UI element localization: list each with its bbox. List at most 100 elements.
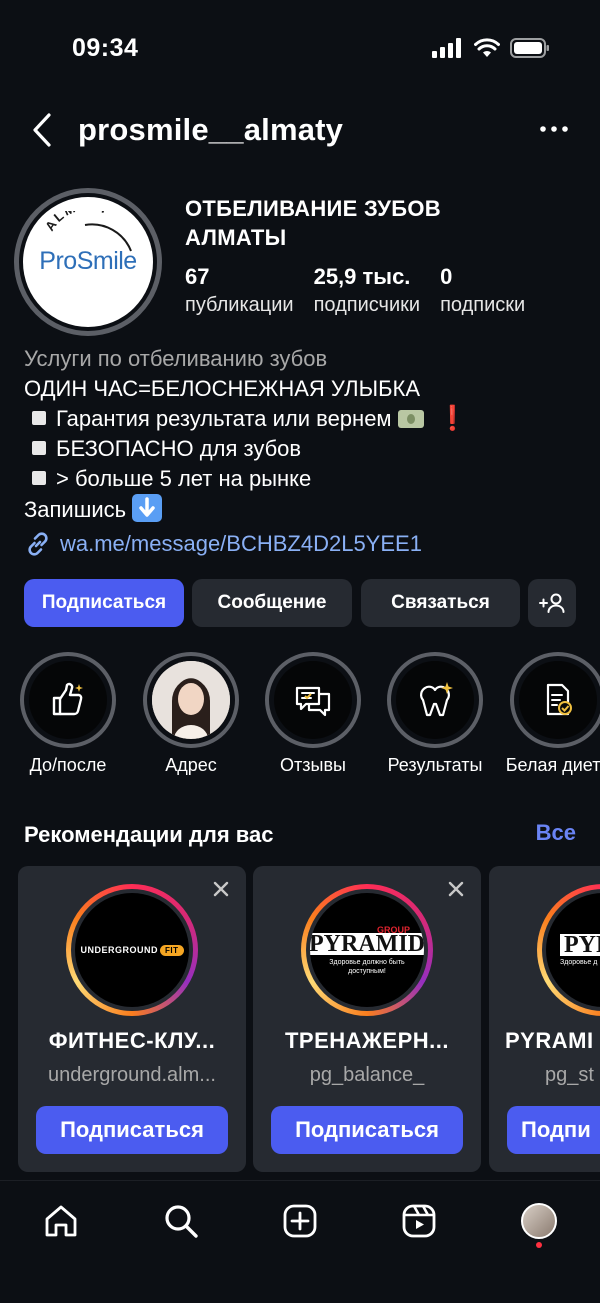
plus-square-icon xyxy=(283,1204,317,1238)
message-button[interactable]: Сообщение xyxy=(192,579,352,627)
profile-avatar[interactable]: ALMATY ProSmile xyxy=(14,188,162,336)
highlight-cover xyxy=(274,661,352,739)
stat-label: подписки xyxy=(440,294,526,316)
bio-line: ОДИН ЧАС=БЕЛОСНЕЖНАЯ УЛЫБКА xyxy=(24,376,420,401)
rec-follow-button[interactable]: Подписаться xyxy=(271,1106,463,1154)
profile-name-line2: АЛМАТЫ xyxy=(185,225,287,250)
bio-bullet: > больше 5 лет на рынке xyxy=(24,464,584,494)
rec-follow-button[interactable]: Подпи xyxy=(507,1106,600,1154)
bio-cta-text: Запишись xyxy=(24,497,127,522)
thumbs-up-icon xyxy=(52,682,83,716)
rec-avatar-ring-inner: GROUP PYRAMID Здоровье должно быть досту… xyxy=(306,889,428,1011)
more-dots-icon xyxy=(540,126,568,132)
stat-label: публикации xyxy=(185,294,294,316)
rec-handle: underground.alm... xyxy=(48,1064,216,1086)
notification-dot xyxy=(536,1242,542,1248)
highlight-cover xyxy=(396,661,474,739)
highlight-reviews[interactable]: Отзывы xyxy=(258,652,368,776)
bio-bullet-text: Гарантия результата или вернем xyxy=(56,406,392,431)
signal-icon xyxy=(432,38,461,58)
highlight-cover xyxy=(152,661,230,739)
logo-wordmark: UNDERGROUND xyxy=(80,945,158,955)
contact-button[interactable]: Связаться xyxy=(361,579,520,627)
chat-bubbles-icon xyxy=(295,686,331,717)
bio-bullet-text: БЕЗОПАСНО для зубов xyxy=(56,436,302,461)
stat-followers[interactable]: 25,9 тыс. подписчики xyxy=(314,264,420,317)
status-bar: 09:34 xyxy=(0,0,600,96)
highlight-label: До/после xyxy=(29,755,107,775)
highlight-label: Отзывы xyxy=(280,755,346,775)
dismiss-button[interactable] xyxy=(210,878,232,900)
search-icon xyxy=(165,1205,198,1238)
more-options-button[interactable] xyxy=(534,114,574,144)
pyramid-logo: PYR Здоровье д xyxy=(546,893,600,1007)
stat-following[interactable]: 0 подписки xyxy=(440,264,525,317)
profile-display-name: ОТБЕЛИВАНИЕ ЗУБОВ АЛМАТЫ xyxy=(185,194,575,252)
bio-bullet-text: > больше 5 лет на рынке xyxy=(56,466,312,491)
square-bullet-icon xyxy=(32,411,46,425)
bio-category: Услуги по отбеливанию зубов xyxy=(24,346,328,371)
stat-label: подписчики xyxy=(313,294,421,316)
dismiss-button[interactable] xyxy=(445,878,467,900)
highlight-address[interactable]: Адрес xyxy=(136,652,246,776)
highlight-white-diet[interactable]: Белая диета xyxy=(503,652,600,776)
story-highlights: До/после Адрес Отзывы Результаты Белая д… xyxy=(0,652,600,782)
rec-name: ТРЕНАЖЕРН... xyxy=(284,1028,450,1053)
logo-wordmark: PYR xyxy=(560,933,600,957)
logo-pro: Pro xyxy=(39,247,77,275)
pyramid-logo: GROUP PYRAMID Здоровье должно быть досту… xyxy=(310,893,424,1007)
logo-slogan: Здоровье должно быть доступным! xyxy=(329,958,404,976)
money-emoji-icon xyxy=(397,410,424,428)
rec-handle: pg_st xyxy=(545,1064,594,1086)
document-check-icon xyxy=(546,683,572,716)
add-person-icon xyxy=(539,593,565,613)
rec-avatar-ring: PYR Здоровье д xyxy=(537,884,600,1016)
highlight-ring xyxy=(510,652,600,748)
logo-slogan: Здоровье д xyxy=(560,959,598,966)
square-bullet-icon xyxy=(32,471,46,485)
recommendations-title: Рекомендации для вас xyxy=(24,822,274,847)
tab-profile[interactable] xyxy=(517,1199,561,1243)
tab-home[interactable] xyxy=(39,1199,83,1243)
highlight-results[interactable]: Результаты xyxy=(380,652,490,776)
recommendation-card[interactable]: PYR Здоровье д PYRAMI pg_st Подпи xyxy=(489,866,600,1172)
rec-follow-button[interactable]: Подписаться xyxy=(36,1106,228,1154)
rec-name: PYRAMI xyxy=(505,1028,594,1053)
highlight-ring xyxy=(387,652,483,748)
person-photo xyxy=(152,661,230,739)
bio-bullet: БЕЗОПАСНО для зубов xyxy=(24,434,584,464)
close-icon xyxy=(213,881,229,897)
profile-link[interactable]: wa.me/message/BCHBZ4D2L5YEE1 xyxy=(24,530,422,558)
tab-search[interactable] xyxy=(159,1199,203,1243)
chevron-left-icon xyxy=(33,113,51,147)
logo-slogan-line1: Здоровье должно быть xyxy=(329,958,405,966)
stat-posts[interactable]: 67 публикации xyxy=(185,264,294,317)
highlight-cover xyxy=(519,661,597,739)
highlight-ring xyxy=(20,652,116,748)
recommendation-card[interactable]: GROUP PYRAMID Здоровье должно быть досту… xyxy=(253,866,481,1172)
underground-fit-logo: UNDERGROUND FIT xyxy=(75,893,189,1007)
wifi-icon xyxy=(474,38,500,57)
highlight-cover xyxy=(29,661,107,739)
stat-value: 0 xyxy=(440,264,453,289)
rec-avatar-ring: GROUP PYRAMID Здоровье должно быть досту… xyxy=(301,884,433,1016)
follow-button[interactable]: Подписаться xyxy=(24,579,184,627)
back-button[interactable] xyxy=(22,110,62,150)
profile-bio: Услуги по отбеливанию зубов ОДИН ЧАС=БЕЛ… xyxy=(24,344,584,525)
down-arrow-emoji-icon xyxy=(132,494,163,522)
svg-text:ALMATY: ALMATY xyxy=(42,211,113,234)
highlight-label: Результаты xyxy=(387,755,483,775)
see-all-link[interactable]: Все xyxy=(536,820,576,846)
suggested-people-button[interactable] xyxy=(528,579,576,627)
tab-reels[interactable] xyxy=(397,1199,441,1243)
bio-bullet: Гарантия результата или вернем ❗ xyxy=(24,404,584,434)
recommendation-card[interactable]: UNDERGROUND FIT ФИТНЕС-КЛУ... undergroun… xyxy=(18,866,246,1172)
reels-icon xyxy=(402,1204,436,1238)
rec-avatar-ring-inner: PYR Здоровье д xyxy=(542,889,600,1011)
stat-value: 25,9 тыс. xyxy=(313,264,411,289)
tab-create[interactable] xyxy=(278,1199,322,1243)
exclamation-emoji-icon: ❗ xyxy=(437,405,468,432)
highlight-before-after[interactable]: До/после xyxy=(13,652,123,776)
highlight-ring xyxy=(265,652,361,748)
status-icons xyxy=(432,38,550,58)
